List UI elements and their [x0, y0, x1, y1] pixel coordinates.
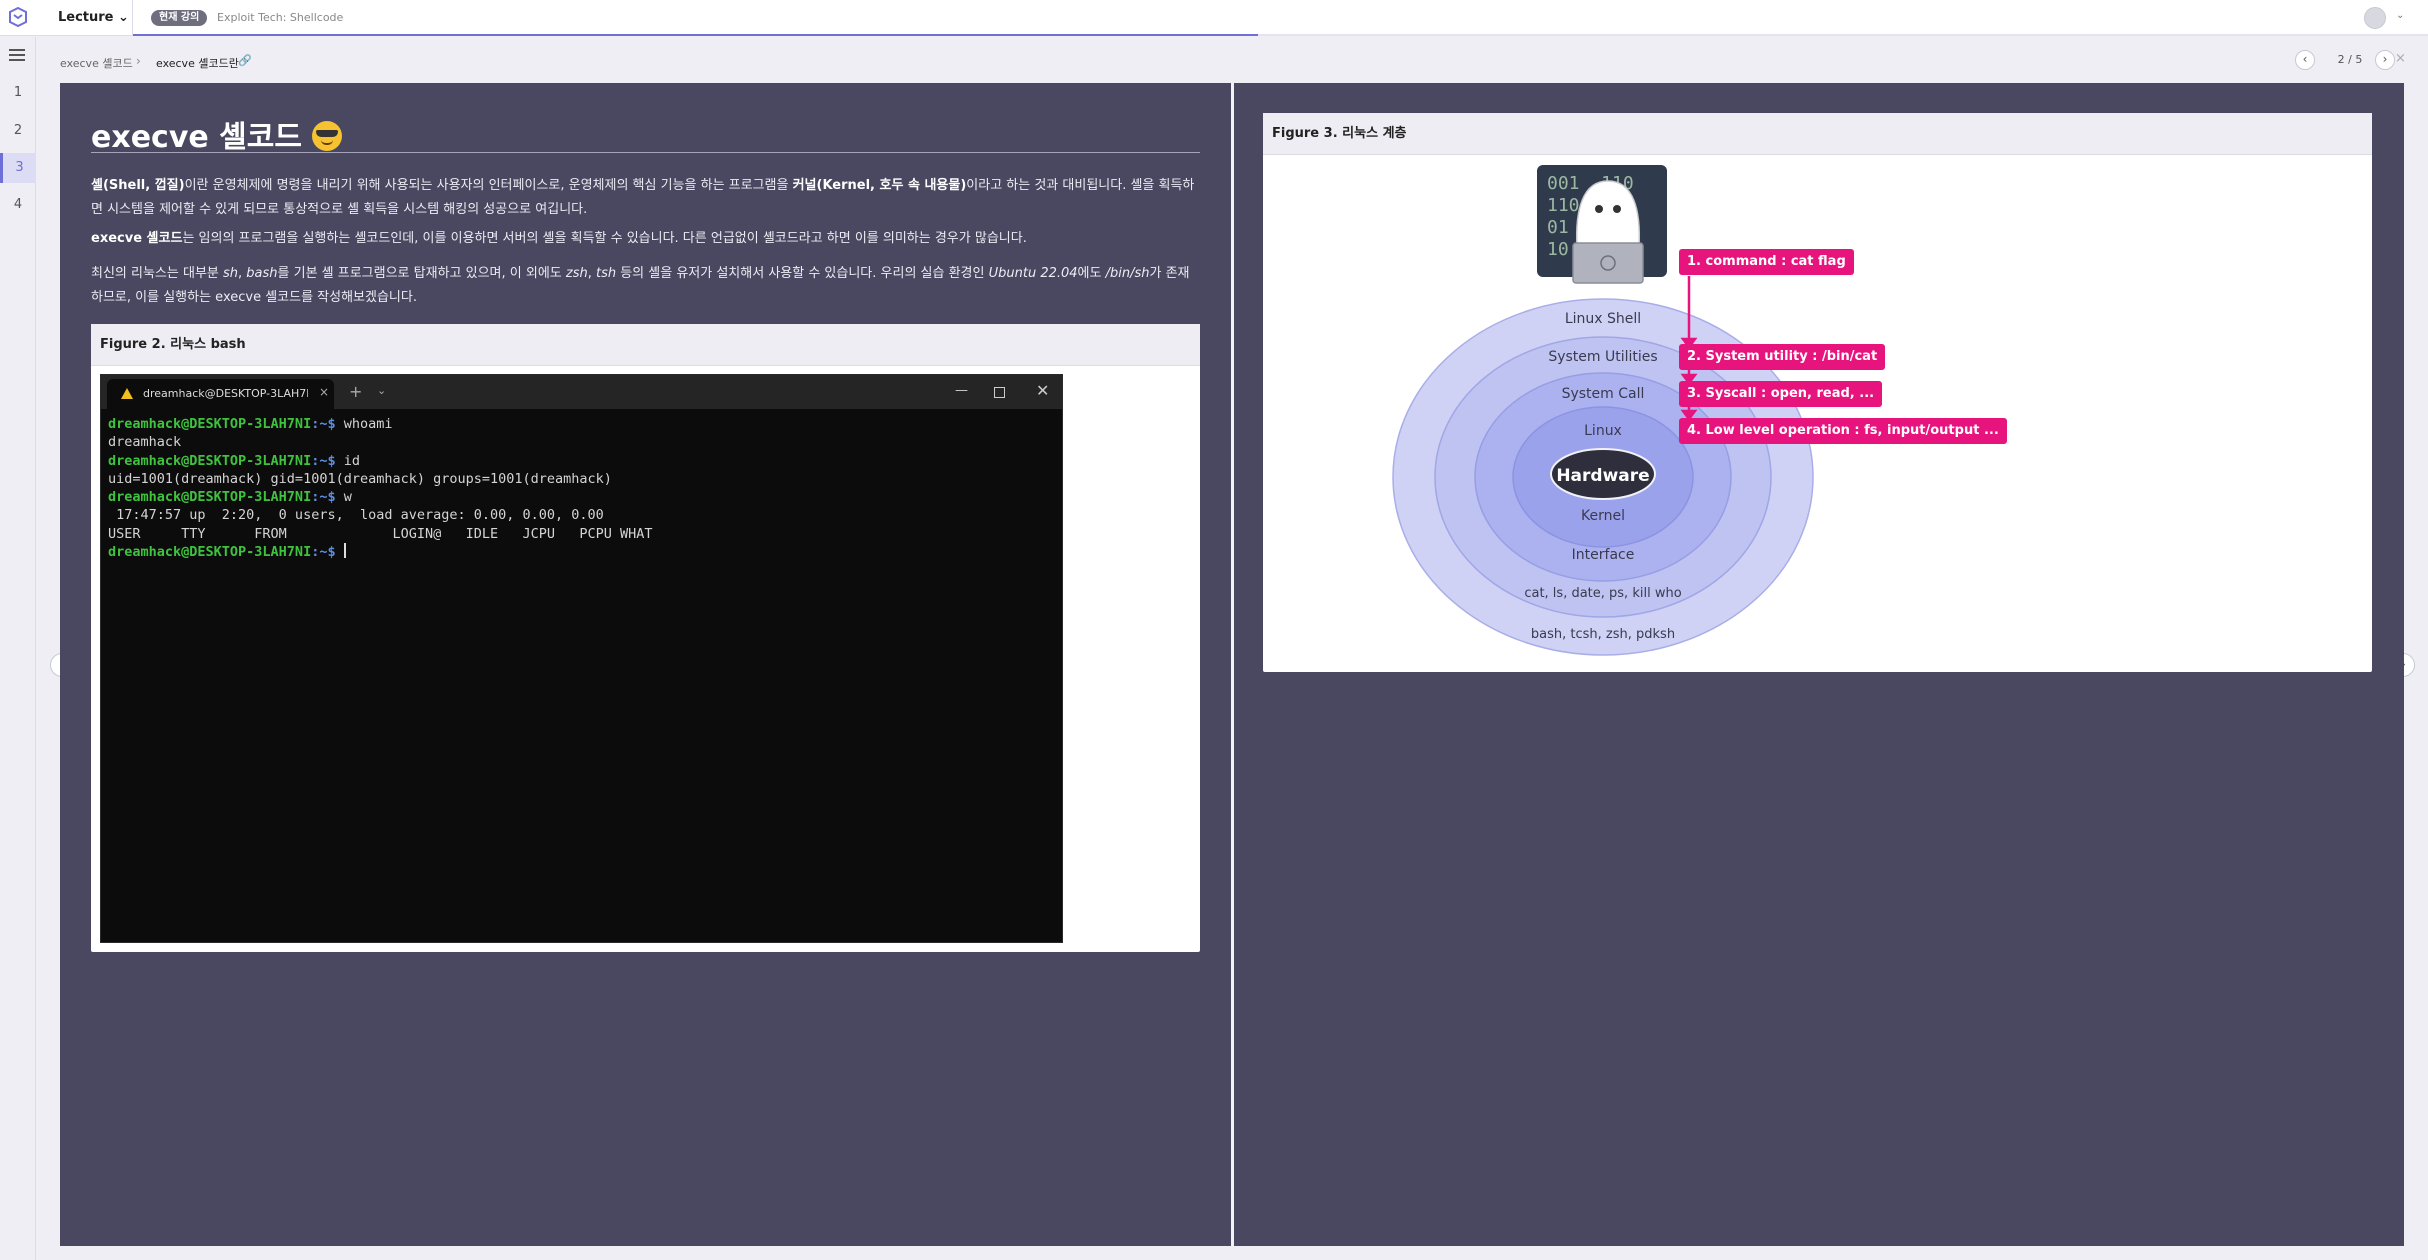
figure-linux-bash: Figure 2. 리눅스 bash dreamhack@DESKTOP-3LA… — [91, 324, 1200, 952]
ring-label-linux-shell: Linux Shell — [1565, 311, 1641, 327]
paragraph-linux-shells: 최신의 리눅스는 대부분 sh, bash를 기본 셸 프로그램으로 탑재하고 … — [91, 262, 1200, 310]
command: id — [335, 452, 360, 469]
top-bar: Lecture ⌄ 현재 강의 Exploit Tech: Shellcode … — [0, 0, 2428, 36]
callout-command: 1. command : cat flag — [1679, 249, 1854, 275]
chevron-down-icon: ⌄ — [118, 10, 129, 25]
ring-label-shells: bash, tcsh, zsh, pdksh — [1531, 627, 1675, 642]
rail-item-3[interactable]: 3 — [0, 153, 36, 183]
prompt-user: dreamhack@DESKTOP-3LAH7NI — [108, 489, 312, 506]
lecture-dropdown[interactable]: Lecture ⌄ — [58, 10, 129, 25]
prompt-user: dreamhack@DESKTOP-3LAH7NI — [108, 544, 312, 561]
rail-item-4[interactable]: 4 — [0, 190, 36, 220]
plus-icon[interactable]: + — [349, 382, 362, 401]
current-lecture-badge: 현재 강의 — [151, 10, 208, 26]
page-title-text: execve 셸코드 — [91, 120, 302, 155]
callout-syscall: 3. Syscall : open, read, ... — [1679, 381, 1883, 407]
callout-low-level: 4. Low level operation : fs, input/outpu… — [1679, 418, 2007, 444]
command: w — [335, 489, 352, 506]
chevron-down-icon[interactable]: ⌄ — [2396, 10, 2404, 21]
terminal-titlebar: dreamhack@DESKTOP-3LAH7NI: ~ × + ⌄ — ✕ — [101, 375, 1062, 409]
slide-counter: 2 / 5 — [2337, 53, 2363, 66]
breadcrumb-parent[interactable]: execve 셸코드 — [60, 55, 133, 71]
command: whoami — [335, 416, 393, 432]
chevron-down-icon[interactable]: ⌄ — [377, 384, 386, 397]
figure-linux-layers: Figure 3. 리눅스 계층 001 110 110 011 01 101 … — [1263, 113, 2372, 672]
text: 에도 — [1077, 266, 1106, 281]
lecture-slide: execve 셸코드 셸(Shell, 껍질)이란 운영체제에 명령을 내리기 … — [60, 83, 2404, 1246]
dreamhack-logo-icon[interactable] — [8, 7, 28, 27]
prompt-path: :~$ — [311, 544, 336, 561]
chevron-right-icon: › — [136, 54, 141, 68]
prev-slide-button[interactable]: ‹ — [2295, 50, 2315, 70]
term-bash: bash — [246, 266, 278, 281]
close-icon[interactable]: ✕ — [1036, 381, 1049, 400]
output-line: uid=1001(dreamhack) gid=1001(dreamhack) … — [108, 470, 612, 487]
linux-icon — [121, 388, 133, 399]
ring-label-linux: Linux — [1584, 423, 1622, 439]
term-tsh: tsh — [595, 266, 617, 281]
output-line: 17:47:57 up 2:20, 0 users, load average:… — [108, 507, 604, 524]
ring-label-system-call: System Call — [1562, 386, 1645, 402]
link-icon[interactable]: 🔗 — [238, 54, 252, 67]
term-zsh: zsh — [565, 266, 588, 281]
ring-label-commands: cat, ls, date, ps, kill who — [1524, 586, 1681, 601]
ring-label-interface: Interface — [1572, 547, 1635, 563]
terminal-output[interactable]: dreamhack@DESKTOP-3LAH7NI:~$ whoami drea… — [101, 409, 1062, 567]
term-bin-sh: /bin/sh — [1105, 266, 1150, 281]
hardware-label: Hardware — [1556, 466, 1649, 486]
close-icon[interactable]: × — [319, 385, 329, 399]
sunglasses-emoji-icon — [311, 121, 342, 151]
rail-item-2[interactable]: 2 — [0, 116, 36, 146]
text: 이란 운영체제에 명령을 내리기 위해 사용되는 사용자의 인터페이스로, 운영… — [184, 178, 793, 193]
terminal-tab-title: dreamhack@DESKTOP-3LAH7NI: ~ — [143, 387, 308, 400]
prompt-user: dreamhack@DESKTOP-3LAH7NI — [108, 416, 312, 432]
rail-item-1[interactable]: 1 — [0, 78, 36, 108]
term-execve-shellcode: execve 셸코드 — [91, 231, 183, 246]
paragraph-execve: execve 셸코드는 임의의 프로그램을 실행하는 셸코드인데, 이를 이용하… — [91, 227, 1200, 251]
output-line: dreamhack — [108, 434, 182, 451]
text: 는 임의의 프로그램을 실행하는 셸코드인데, 이를 이용하면 서버의 셸을 획… — [182, 231, 1027, 246]
figure-caption: Figure 2. 리눅스 bash — [91, 324, 1200, 366]
text-cursor — [343, 543, 346, 559]
terminal-window: dreamhack@DESKTOP-3LAH7NI: ~ × + ⌄ — ✕ d… — [100, 374, 1063, 943]
topbar-divider — [132, 0, 133, 36]
prompt-path: :~$ — [311, 452, 336, 469]
prompt-path: :~$ — [311, 489, 336, 506]
ring-label-system-utilities: System Utilities — [1548, 349, 1657, 365]
text: 최신의 리눅스는 대부분 — [91, 266, 223, 281]
term-kernel: 커널(Kernel, 호두 속 내용물) — [792, 178, 967, 193]
course-title: Exploit Tech: Shellcode — [217, 11, 344, 24]
terminal-tab[interactable]: dreamhack@DESKTOP-3LAH7NI: ~ × — [107, 379, 334, 409]
column-divider — [1231, 83, 1234, 1246]
term-shell: 셸(Shell, 껍질) — [91, 178, 185, 193]
text: 를 기본 셸 프로그램으로 탑재하고 있으며, 이 외에도 — [277, 266, 566, 281]
menu-icon[interactable] — [9, 49, 25, 61]
lecture-progress-bar — [133, 34, 2428, 36]
breadcrumb-current: execve 셸코드란 — [156, 57, 239, 70]
page-title: execve 셸코드 — [91, 112, 342, 156]
close-icon[interactable]: × — [2395, 51, 2406, 66]
lecture-progress-fill — [133, 34, 1258, 36]
title-underline — [91, 152, 1200, 153]
term-ubuntu: Ubuntu 22.04 — [988, 266, 1078, 281]
term-sh: sh — [223, 266, 239, 281]
ring-label-kernel: Kernel — [1581, 508, 1625, 524]
text: , — [587, 266, 596, 281]
callout-system-utility: 2. System utility : /bin/cat — [1679, 344, 1886, 370]
maximize-icon[interactable] — [994, 387, 1005, 398]
minimize-icon[interactable]: — — [955, 383, 968, 398]
output-line: USER TTY FROM LOGIN@ IDLE JCPU PCPU WHAT — [108, 525, 653, 542]
lecture-label: Lecture — [58, 10, 114, 25]
next-slide-button[interactable]: › — [2375, 50, 2395, 70]
avatar[interactable] — [2364, 7, 2386, 29]
text: 등의 셸을 유저가 설치해서 사용할 수 있습니다. 우리의 실습 환경인 — [616, 266, 989, 281]
page-nav-rail: 1 2 3 4 — [0, 37, 36, 1260]
paragraph-shell: 셸(Shell, 껍질)이란 운영체제에 명령을 내리기 위해 사용되는 사용자… — [91, 174, 1200, 222]
prompt-user: dreamhack@DESKTOP-3LAH7NI — [108, 452, 312, 469]
prompt-path: :~$ — [311, 416, 336, 432]
